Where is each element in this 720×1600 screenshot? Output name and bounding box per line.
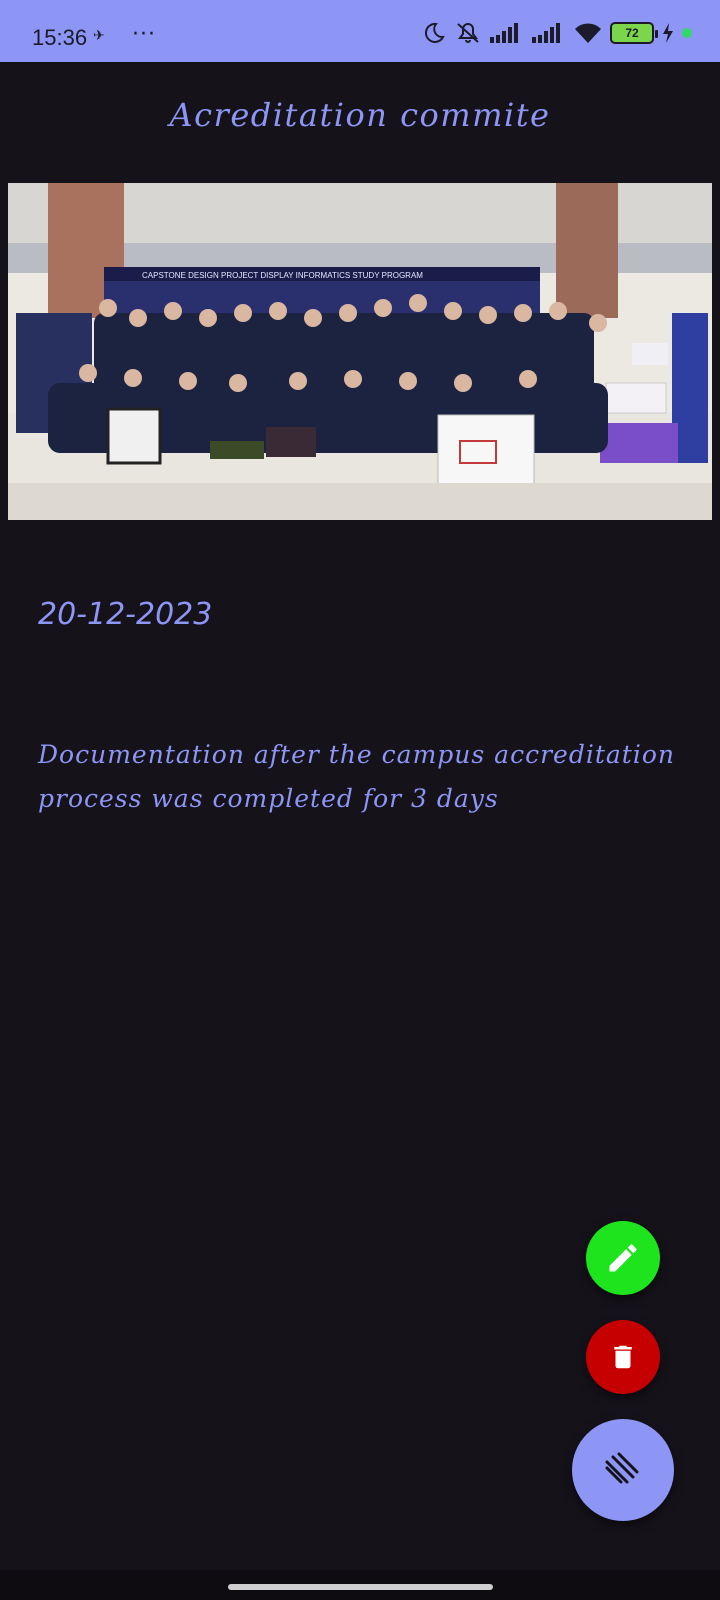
note-description: Documentation after the campus accredita… [38,740,675,813]
mute-icon [457,23,479,43]
status-icons: 72 [422,20,720,46]
signal-icon [490,23,518,43]
status-bar: 15:36 ✈ ··· 72 [0,0,720,62]
note-date: 20-12-2023 [38,597,213,632]
wifi-icon [575,23,601,43]
delete-button[interactable] [586,1320,660,1394]
edit-button[interactable] [586,1221,660,1295]
status-time: 15:36 [32,25,88,50]
privacy-dot [682,28,692,38]
charging-icon [663,23,673,43]
note-photo: CAPSTONE DESIGN PROJECT DISPLAY INFORMAT… [8,183,712,520]
signal-icon-2 [532,23,560,43]
pencil-icon [609,1244,637,1272]
trash-icon [614,1345,632,1369]
home-gesture-handle[interactable] [228,1584,493,1590]
battery-icon: 72 [610,22,658,44]
moon-icon [424,22,445,43]
more-notifications-icon: ··· [132,22,156,47]
note-title: Acreditation commite [169,96,551,134]
menu-toggle-button[interactable] [572,1419,674,1521]
menu-icon [605,1452,639,1484]
notification-icon: ✈ [93,28,105,44]
photo-banner-text: CAPSTONE DESIGN PROJECT DISPLAY INFORMAT… [142,271,423,280]
